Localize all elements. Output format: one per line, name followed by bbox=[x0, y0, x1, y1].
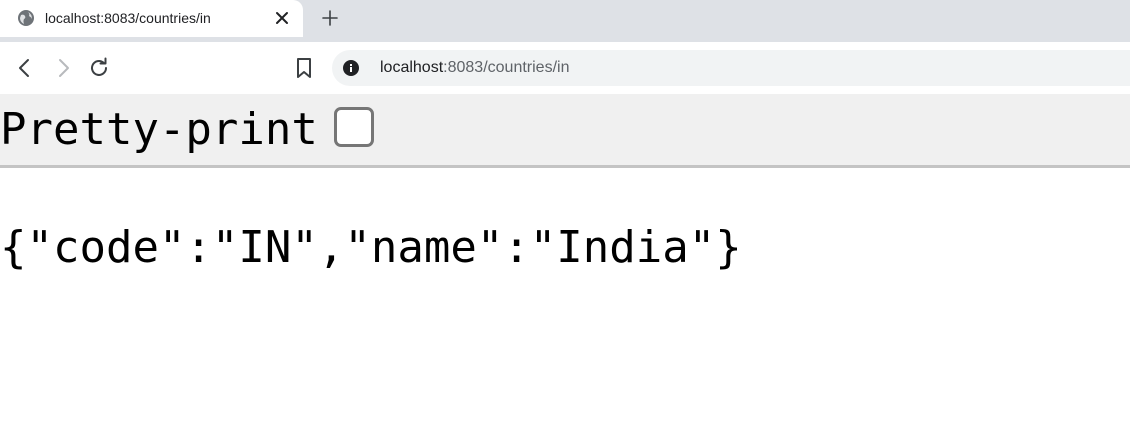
address-bar[interactable]: localhost:8083/countries/in bbox=[332, 50, 1130, 86]
globe-icon bbox=[18, 10, 34, 26]
url-path: :8083/countries/in bbox=[443, 59, 570, 76]
info-icon[interactable] bbox=[343, 60, 359, 76]
bookmark-icon[interactable] bbox=[291, 55, 317, 81]
back-arrow-icon[interactable] bbox=[12, 55, 38, 81]
tab-title: localhost:8083/countries/in bbox=[45, 10, 211, 26]
plus-icon[interactable] bbox=[320, 8, 340, 28]
browser-toolbar: localhost:8083/countries/in bbox=[0, 42, 1130, 94]
url-host: localhost bbox=[380, 59, 444, 76]
address-bar-url: localhost:8083/countries/in bbox=[380, 59, 569, 77]
reload-icon[interactable] bbox=[86, 55, 112, 81]
forward-arrow-icon[interactable] bbox=[50, 55, 76, 81]
browser-tab[interactable]: localhost:8083/countries/in bbox=[0, 0, 303, 37]
close-icon[interactable] bbox=[274, 10, 290, 26]
pretty-print-bar: Pretty-print bbox=[0, 94, 1130, 168]
json-content: {"code":"IN","name":"India"} bbox=[0, 222, 742, 273]
pretty-print-checkbox[interactable] bbox=[334, 107, 374, 147]
pretty-print-label: Pretty-print bbox=[0, 104, 318, 155]
tab-strip: localhost:8083/countries/in bbox=[0, 0, 1130, 42]
